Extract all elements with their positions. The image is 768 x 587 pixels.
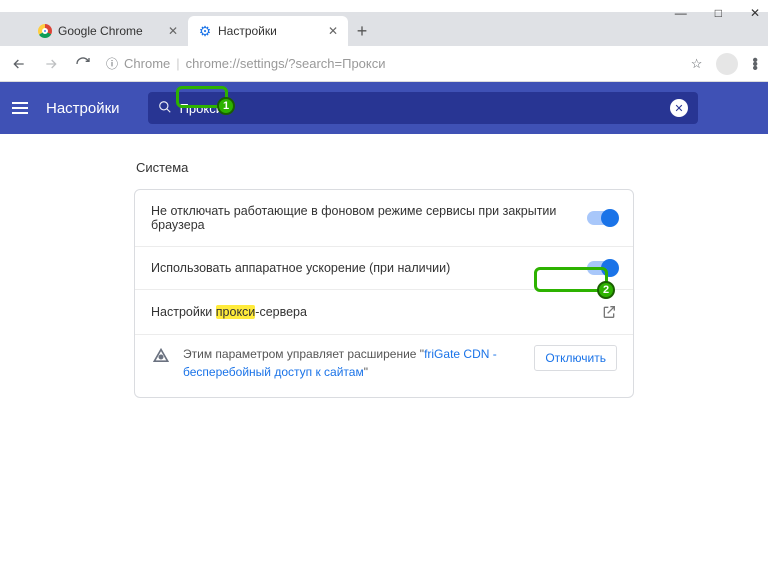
close-window-button[interactable]: ✕	[750, 6, 760, 20]
setting-row-proxy[interactable]: Настройки прокси-сервера	[135, 290, 633, 335]
search-input[interactable]	[180, 101, 670, 116]
settings-search[interactable]: ✕	[148, 92, 698, 124]
forward-button[interactable]	[42, 55, 60, 73]
url-path: chrome://settings/?search=Прокси	[186, 56, 386, 71]
tab-label: Google Chrome	[58, 24, 143, 38]
disable-extension-button[interactable]: Отключить	[534, 345, 617, 371]
setting-row-hwaccel: Использовать аппаратное ускорение (при н…	[135, 247, 633, 290]
content-area: Система Не отключать работающие в фоново…	[0, 134, 768, 418]
tab-strip: Google Chrome ✕ ⚙ Настройки ✕ +	[0, 12, 768, 46]
minimize-button[interactable]: —	[675, 6, 687, 20]
bookmark-icon[interactable]: ☆	[691, 56, 703, 72]
tab-label: Настройки	[218, 24, 277, 38]
url-field[interactable]: ⓘ Chrome | chrome://settings/?search=Про…	[106, 55, 677, 72]
url-prefix: Chrome	[124, 56, 170, 71]
toggle-background-services[interactable]	[587, 211, 617, 225]
back-button[interactable]	[10, 55, 28, 73]
tab-google-chrome[interactable]: Google Chrome ✕	[28, 16, 188, 46]
setting-label: Не отключать работающие в фоновом режиме…	[151, 204, 587, 232]
clear-search-button[interactable]: ✕	[670, 99, 688, 117]
setting-label: Настройки прокси-сервера	[151, 305, 601, 319]
external-link-icon	[601, 304, 617, 320]
setting-row-background: Не отключать работающие в фоновом режиме…	[135, 190, 633, 247]
extension-notice-row: Этим параметром управляет расширение "fr…	[135, 335, 633, 397]
new-tab-button[interactable]: +	[348, 16, 376, 46]
profile-avatar[interactable]	[716, 53, 738, 75]
maximize-button[interactable]: □	[715, 6, 722, 20]
settings-toolbar: Настройки ✕	[0, 82, 768, 134]
extension-icon	[151, 347, 171, 367]
menu-button[interactable]	[12, 102, 28, 114]
tab-settings[interactable]: ⚙ Настройки ✕	[188, 16, 348, 46]
extension-notice-text: Этим параметром управляет расширение "fr…	[183, 345, 522, 381]
chrome-menu-icon[interactable]: •••	[752, 58, 758, 70]
close-tab-icon[interactable]: ✕	[168, 24, 178, 38]
system-card: Не отключать работающие в фоновом режиме…	[134, 189, 634, 398]
close-tab-icon[interactable]: ✕	[328, 24, 338, 38]
gear-icon: ⚙	[198, 24, 212, 38]
page-title: Настройки	[46, 100, 120, 117]
toggle-hardware-accel[interactable]	[587, 261, 617, 275]
section-title: Система	[136, 160, 636, 175]
search-icon	[158, 100, 172, 117]
reload-button[interactable]	[74, 55, 92, 73]
setting-label: Использовать аппаратное ускорение (при н…	[151, 261, 587, 275]
address-bar: ⓘ Chrome | chrome://settings/?search=Про…	[0, 46, 768, 82]
site-info-icon[interactable]: ⓘ	[106, 55, 118, 72]
chrome-icon	[38, 24, 52, 38]
